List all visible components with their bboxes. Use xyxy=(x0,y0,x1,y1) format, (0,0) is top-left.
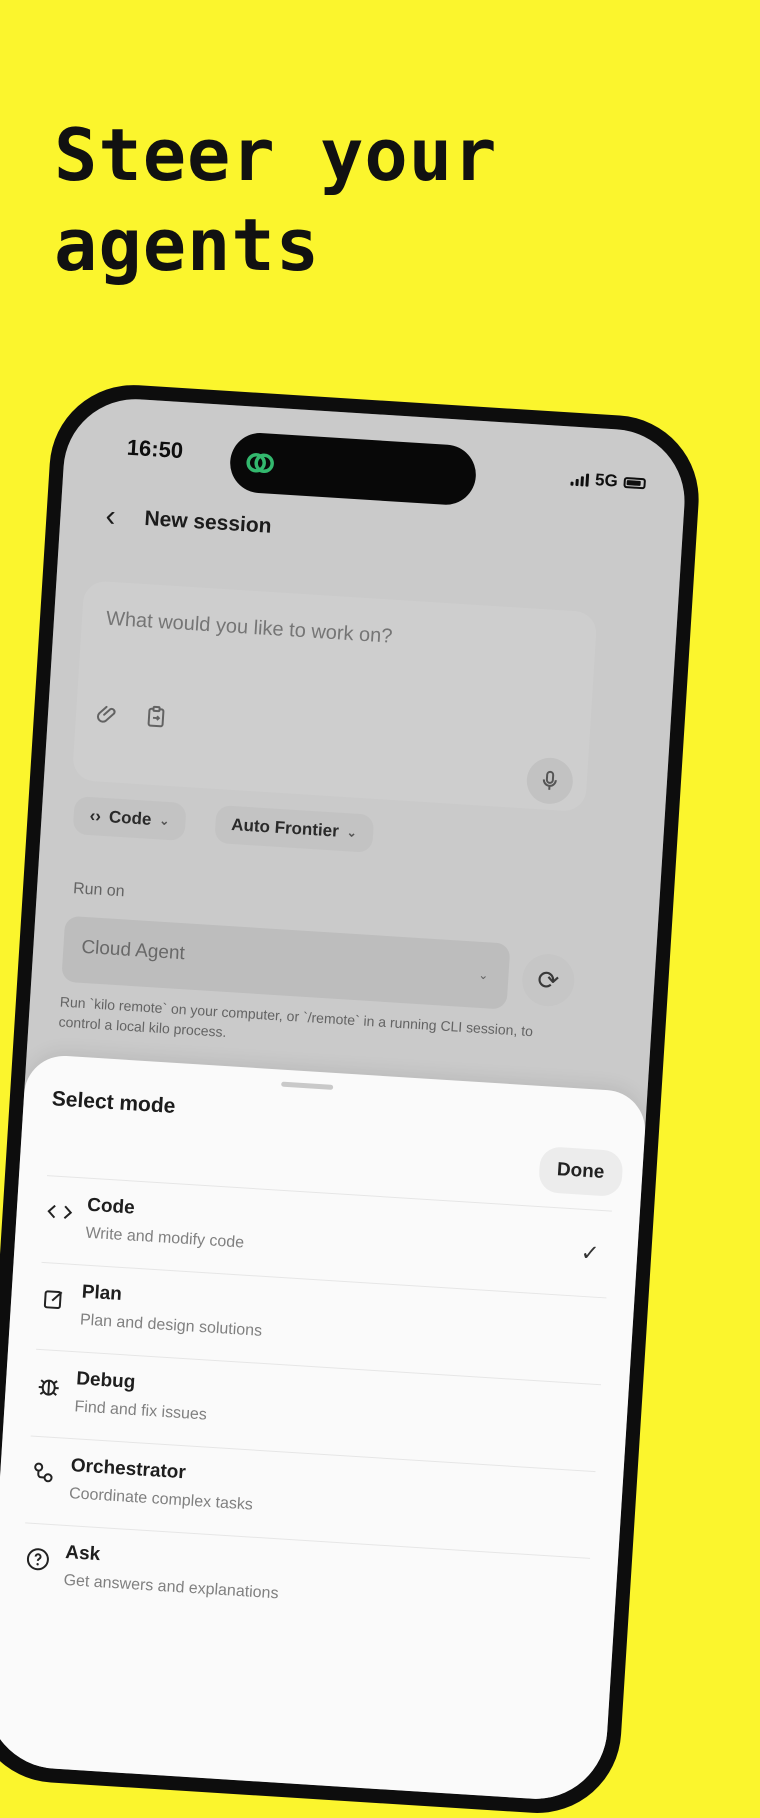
mode-chip[interactable]: ‹› Code ⌄ xyxy=(72,796,187,842)
code-icon xyxy=(44,1196,76,1228)
sheet-title: Select mode xyxy=(51,1087,177,1118)
headline: Steer your agents xyxy=(54,110,497,290)
mode-chip-label: Code xyxy=(108,807,153,829)
mode-description: Plan and design solutions xyxy=(79,1311,263,1340)
run-on-value: Cloud Agent xyxy=(80,936,186,965)
nav-bar: ‹ New session xyxy=(95,499,273,544)
question-icon xyxy=(22,1543,54,1575)
status-time: 16:50 xyxy=(126,434,184,464)
orchestrator-icon xyxy=(27,1457,59,1489)
model-chip[interactable]: Auto Frontier ⌄ xyxy=(214,804,374,853)
mode-description: Write and modify code xyxy=(84,1224,245,1252)
refresh-icon: ⟳ xyxy=(536,964,561,996)
app-logo-icon xyxy=(246,453,274,474)
paperclip-icon[interactable] xyxy=(95,701,120,726)
microphone-icon xyxy=(542,770,557,790)
phone-screen: 16:50 5G ‹ New session What would you li… xyxy=(0,394,689,1804)
phone-frame: 16:50 5G ‹ New session What would you li… xyxy=(0,380,704,1818)
battery-icon xyxy=(623,476,647,489)
mode-description: Get answers and explanations xyxy=(63,1571,280,1603)
headline-line-2: agents xyxy=(54,203,321,287)
mode-list: Code Write and modify code ✓ Plan Plan a… xyxy=(0,1173,640,1646)
mode-label: Plan xyxy=(81,1281,123,1305)
session-options: ‹› Code ⌄ Auto Frontier ⌄ xyxy=(72,796,374,853)
chevron-down-icon: ⌄ xyxy=(158,813,170,829)
mode-description: Find and fix issues xyxy=(74,1398,208,1424)
mode-label: Debug xyxy=(75,1368,136,1394)
bug-icon xyxy=(33,1370,65,1402)
composer-tools xyxy=(95,701,168,729)
mode-description: Coordinate complex tasks xyxy=(68,1485,254,1514)
page-title: New session xyxy=(143,506,273,538)
code-icon: ‹› xyxy=(89,806,102,826)
signal-icon xyxy=(570,472,590,487)
refresh-button[interactable]: ⟳ xyxy=(520,952,576,1008)
back-chevron-icon[interactable]: ‹ xyxy=(95,499,125,535)
run-on-label: Run on xyxy=(72,880,126,901)
checkmark-icon: ✓ xyxy=(580,1239,601,1266)
plan-icon xyxy=(38,1283,70,1315)
prompt-input[interactable]: What would you like to work on? xyxy=(105,608,393,649)
mode-label: Orchestrator xyxy=(70,1455,187,1484)
headline-line-1: Steer your xyxy=(54,113,498,197)
chevron-down-icon: ⌄ xyxy=(346,825,358,840)
mode-label: Ask xyxy=(64,1541,101,1566)
network-label: 5G xyxy=(594,470,619,491)
model-chip-label: Auto Frontier xyxy=(230,814,340,841)
microphone-button[interactable] xyxy=(525,756,575,806)
clipboard-icon[interactable] xyxy=(143,704,168,729)
status-indicators: 5G xyxy=(570,469,647,494)
mode-label: Code xyxy=(86,1194,136,1219)
select-mode-sheet: Select mode Done Code Write and modify c… xyxy=(0,1053,648,1804)
done-button[interactable]: Done xyxy=(537,1145,624,1198)
dynamic-island xyxy=(228,431,478,507)
sheet-drag-handle[interactable] xyxy=(281,1081,334,1090)
chevron-down-icon: ⌄ xyxy=(477,967,489,983)
prompt-composer[interactable]: What would you like to work on? xyxy=(71,580,598,813)
